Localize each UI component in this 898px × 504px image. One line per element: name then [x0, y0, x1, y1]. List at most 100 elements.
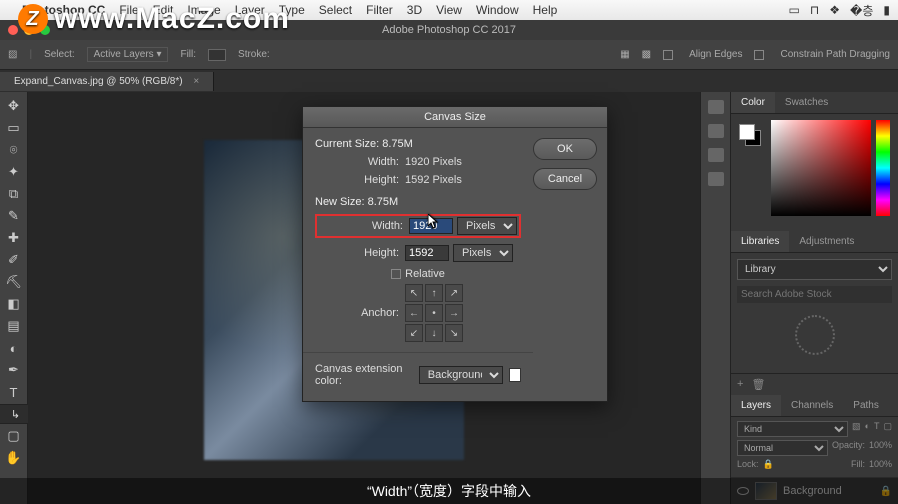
ext-color-select[interactable]: Background	[419, 366, 503, 384]
opt-active-layers[interactable]: Active Layers ▾	[87, 47, 169, 62]
options-bar: ▨ | Select: Active Layers ▾ Fill: Stroke…	[0, 40, 898, 70]
anchor-sw[interactable]: ↙	[405, 324, 423, 342]
hue-slider[interactable]	[876, 120, 890, 216]
anchor-nw[interactable]: ↖	[405, 284, 423, 302]
opacity-label: Opacity:	[832, 440, 865, 456]
filter-adj-icon[interactable]: ◐	[865, 421, 870, 437]
anchor-w[interactable]: ←	[405, 304, 423, 322]
filter-shape-icon[interactable]: ▢	[883, 421, 892, 437]
search-adobe-stock[interactable]	[737, 286, 892, 303]
menu-view[interactable]: View	[436, 3, 462, 17]
rail-actions-icon[interactable]	[708, 124, 724, 138]
anchor-grid[interactable]: ↖ ↑ ↗ ← • → ↙ ↓ ↘	[405, 284, 463, 342]
new-width-unit[interactable]: Pixels	[457, 217, 517, 235]
relative-checkbox[interactable]	[391, 269, 401, 279]
trash-icon[interactable]: 🗑	[751, 378, 765, 391]
filter-pixel-icon[interactable]: ▧	[852, 421, 861, 437]
opt-stroke: Stroke:	[238, 49, 270, 60]
ext-color-swatch[interactable]	[509, 368, 521, 382]
anchor-e[interactable]: →	[445, 304, 463, 322]
document-tab[interactable]: Expand_Canvas.jpg @ 50% (RGB/8*) ×	[0, 72, 214, 91]
menubar-display-icon: ▭	[789, 3, 800, 17]
filter-type-icon[interactable]: T	[874, 421, 880, 437]
anchor-ne[interactable]: ↗	[445, 284, 463, 302]
blend-mode-select[interactable]: Normal	[737, 440, 828, 456]
panel-dock-rail	[700, 92, 730, 504]
anchor-s[interactable]: ↓	[425, 324, 443, 342]
tab-swatches[interactable]: Swatches	[775, 92, 838, 113]
close-icon[interactable]	[8, 25, 18, 35]
anchor-se[interactable]: ↘	[445, 324, 463, 342]
new-width-input[interactable]	[409, 218, 453, 234]
tab-channels[interactable]: Channels	[781, 395, 843, 416]
eraser-tool-icon[interactable]: ◧	[3, 294, 25, 314]
dodge-tool-icon[interactable]: ◐	[3, 338, 25, 358]
pen-tool-icon[interactable]: ✒	[3, 360, 25, 380]
brush-tool-icon[interactable]: ✐	[3, 250, 25, 270]
menubar-control-icon: ❖	[829, 3, 840, 17]
type-tool-icon[interactable]: T	[3, 382, 25, 402]
fg-color-swatch[interactable]	[739, 124, 755, 140]
ok-button[interactable]: OK	[533, 138, 597, 160]
align-icon[interactable]: ▦	[620, 49, 629, 60]
current-height-value: 1592 Pixels	[405, 174, 462, 186]
menu-3d[interactable]: 3D	[407, 3, 422, 17]
menu-filter[interactable]: Filter	[366, 3, 393, 17]
lock-all-icon[interactable]: 🔒	[763, 459, 774, 470]
libraries-footer: + 🗑	[731, 373, 898, 395]
stamp-tool-icon[interactable]: ⛏	[3, 272, 25, 292]
menu-help[interactable]: Help	[533, 3, 558, 17]
new-height-unit[interactable]: Pixels	[453, 244, 513, 262]
anchor-n[interactable]: ↑	[425, 284, 443, 302]
tab-layers[interactable]: Layers	[731, 395, 781, 416]
menu-select[interactable]: Select	[319, 3, 352, 17]
current-height-label: Height:	[315, 174, 405, 186]
menubar-headphone-icon: ⊓	[810, 3, 819, 17]
align-edges-checkbox[interactable]	[663, 50, 673, 60]
current-size-label: Current Size: 8.75M	[315, 138, 521, 150]
library-select[interactable]: Library	[737, 259, 892, 280]
opt-select: Select:	[44, 49, 75, 60]
move-tool-icon[interactable]: ✥	[3, 96, 25, 116]
tab-paths[interactable]: Paths	[843, 395, 889, 416]
crop-tool-icon[interactable]: ⧉	[3, 184, 25, 204]
relative-label: Relative	[405, 268, 445, 280]
tab-adjustments[interactable]: Adjustments	[789, 231, 864, 252]
toolbox: ✥ ▭ ⌾ ✦ ⧉ ✎ ✚ ✐ ⛏ ◧ ▤ ◐ ✒ T ↳ ▢ ✋	[0, 92, 28, 504]
watermark: Z www.MacZ.com	[18, 2, 290, 36]
lasso-tool-icon[interactable]: ⌾	[3, 140, 25, 160]
rail-properties-icon[interactable]	[708, 148, 724, 162]
anchor-label: Anchor:	[315, 307, 405, 319]
watermark-text: www.MacZ.com	[54, 2, 290, 36]
opacity-value[interactable]: 100%	[869, 440, 892, 456]
opt-fill-swatch[interactable]	[208, 49, 226, 61]
anchor-c[interactable]: •	[425, 304, 443, 322]
menu-window[interactable]: Window	[476, 3, 519, 17]
fill-value[interactable]: 100%	[869, 459, 892, 470]
add-icon[interactable]: +	[737, 378, 743, 391]
layer-kind-select[interactable]: Kind	[737, 421, 848, 437]
shape-tool-icon[interactable]: ▢	[3, 426, 25, 446]
dropzone-circle-icon	[795, 315, 835, 355]
dialog-title: Canvas Size	[303, 107, 607, 128]
marquee-tool-icon[interactable]: ▭	[3, 118, 25, 138]
color-picker[interactable]	[771, 120, 871, 216]
gradient-tool-icon[interactable]: ▤	[3, 316, 25, 336]
new-height-input[interactable]	[405, 245, 449, 261]
heal-tool-icon[interactable]: ✚	[3, 228, 25, 248]
rail-history-icon[interactable]	[708, 100, 724, 114]
constrain-checkbox[interactable]	[754, 50, 764, 60]
cancel-button[interactable]: Cancel	[533, 168, 597, 190]
tool-preset-icon[interactable]: ▨	[8, 49, 17, 60]
tab-libraries[interactable]: Libraries	[731, 231, 789, 252]
fill-label: Fill:	[851, 459, 865, 470]
tab-color[interactable]: Color	[731, 92, 775, 113]
new-size-label: New Size: 8.75M	[315, 196, 521, 208]
library-dropzone[interactable]	[737, 303, 892, 367]
align-icon-2[interactable]: ▩	[642, 49, 651, 60]
rail-info-icon[interactable]	[708, 172, 724, 186]
eyedropper-tool-icon[interactable]: ✎	[3, 206, 25, 226]
hand-tool-icon[interactable]: ✋	[3, 448, 25, 468]
close-tab-icon[interactable]: ×	[193, 76, 199, 87]
wand-tool-icon[interactable]: ✦	[3, 162, 25, 182]
